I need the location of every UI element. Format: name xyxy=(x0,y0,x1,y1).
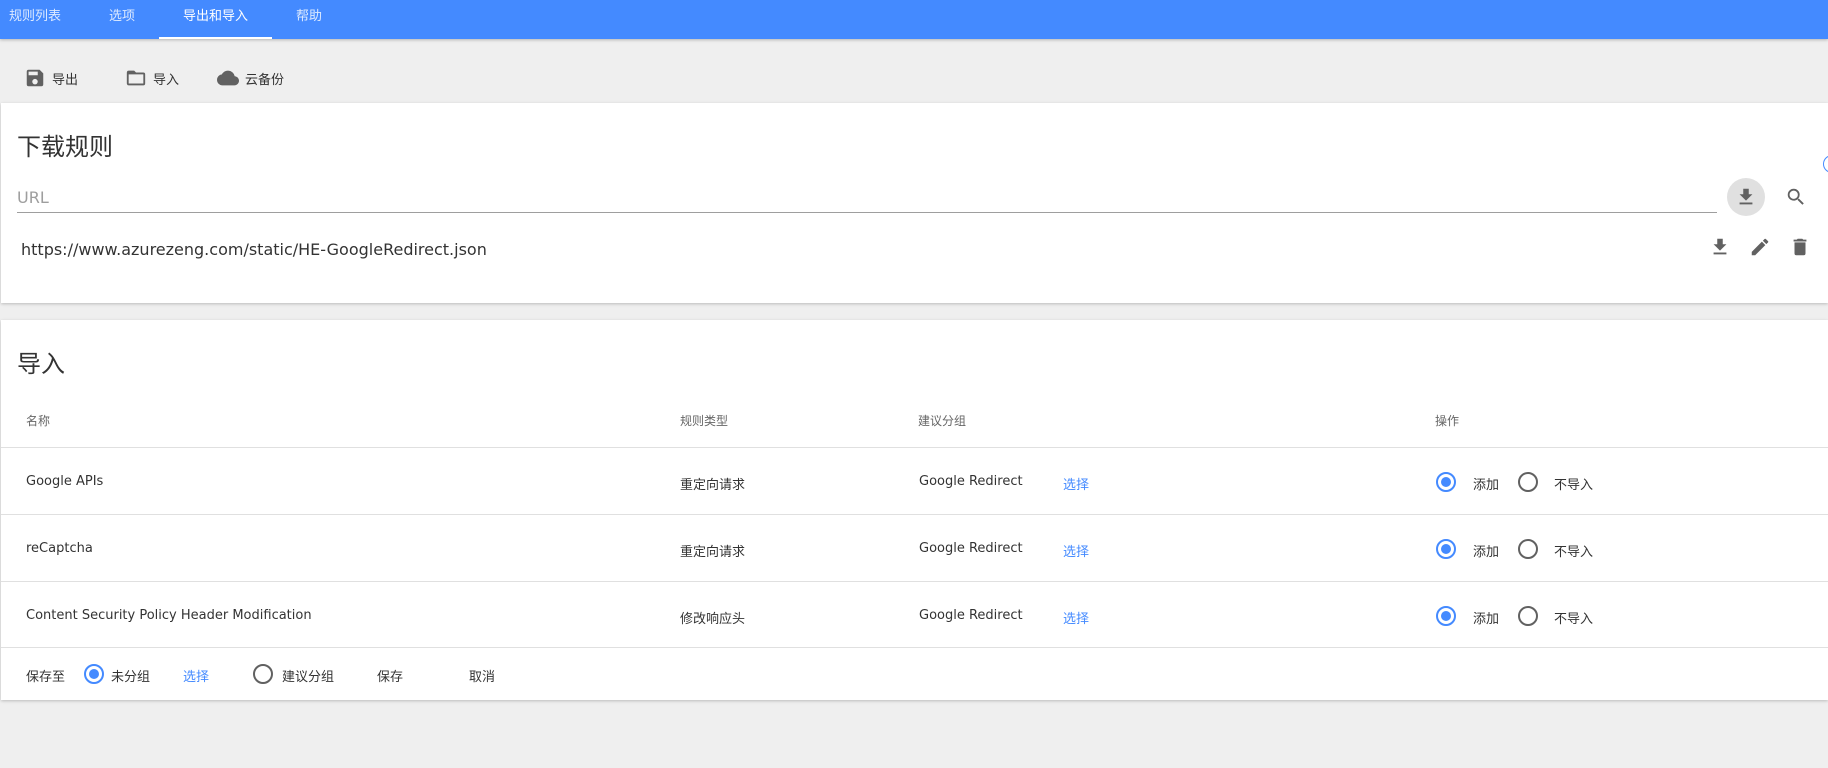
suggested-group: Google Redirect xyxy=(919,608,1023,623)
tab-rule-list[interactable]: 规则列表 xyxy=(0,0,70,39)
cloud-backup-button[interactable]: 云备份 xyxy=(217,66,284,90)
select-group-link[interactable]: 选择 xyxy=(183,666,209,685)
rule-type: 修改响应头 xyxy=(680,612,746,627)
edit-saved-rule-button[interactable] xyxy=(1748,235,1772,259)
select-group-link[interactable]: 选择 xyxy=(1063,608,1089,627)
download-icon xyxy=(1739,188,1753,205)
skip-radio[interactable] xyxy=(1518,606,1538,626)
import-title: 导入 xyxy=(17,350,65,378)
pencil-icon xyxy=(1751,238,1769,256)
download-rules-card: 下载规则 https://www.azurezeng.com/static/HE… xyxy=(1,103,1828,303)
import-label: 导入 xyxy=(153,72,180,88)
skip-label: 不导入 xyxy=(1554,545,1594,560)
save-to-label: 保存至 xyxy=(26,670,66,685)
rule-name: Google APIs xyxy=(26,474,104,489)
select-group-link[interactable]: 选择 xyxy=(1063,474,1089,493)
column-header-type: 规则类型 xyxy=(680,414,729,428)
rule-type: 重定向请求 xyxy=(680,478,746,493)
column-header-group: 建议分组 xyxy=(918,414,967,428)
search-icon xyxy=(1787,188,1804,205)
suggested-group-radio[interactable] xyxy=(253,664,273,684)
delete-saved-rule-button[interactable] xyxy=(1788,235,1812,259)
import-button[interactable]: 导入 xyxy=(125,66,179,90)
column-header-action: 操作 xyxy=(1435,414,1460,428)
saved-rule-url: https://www.azurezeng.com/static/HE-Goog… xyxy=(21,240,487,259)
select-group-link[interactable]: 选择 xyxy=(1063,541,1089,560)
skip-radio[interactable] xyxy=(1518,472,1538,492)
table-row: reCaptcha 重定向请求 Google Redirect 选择 添加 不导… xyxy=(1,514,1828,581)
add-radio[interactable] xyxy=(1436,606,1456,626)
rule-name: Content Security Policy Header Modificat… xyxy=(26,608,312,623)
table-row: Google APIs 重定向请求 Google Redirect 选择 添加 … xyxy=(1,447,1828,514)
save-icon xyxy=(26,69,44,87)
suggested-group-label: 建议分组 xyxy=(282,670,335,685)
footer-divider xyxy=(1,647,1828,648)
ungrouped-label: 未分组 xyxy=(111,670,151,685)
search-button[interactable] xyxy=(1784,185,1808,209)
download-saved-rule-button[interactable] xyxy=(1708,235,1732,259)
suggested-group: Google Redirect xyxy=(919,541,1023,556)
cancel-button[interactable]: 取消 xyxy=(469,666,495,685)
add-label: 添加 xyxy=(1473,545,1500,560)
rule-name: reCaptcha xyxy=(26,541,93,556)
skip-label: 不导入 xyxy=(1554,478,1594,493)
folder-icon xyxy=(126,70,146,86)
rule-type: 重定向请求 xyxy=(680,545,746,560)
cloud-backup-label: 云备份 xyxy=(245,72,285,88)
add-radio[interactable] xyxy=(1436,539,1456,559)
ungrouped-radio[interactable] xyxy=(84,664,104,684)
tab-options[interactable]: 选项 xyxy=(96,0,148,39)
cloud-icon xyxy=(217,70,239,86)
export-button[interactable]: 导出 xyxy=(24,66,78,90)
add-radio[interactable] xyxy=(1436,472,1456,492)
download-rules-title: 下载规则 xyxy=(17,133,113,161)
add-label: 添加 xyxy=(1473,478,1500,493)
download-url-button[interactable] xyxy=(1727,178,1765,216)
column-header-name: 名称 xyxy=(26,414,51,428)
url-input[interactable] xyxy=(17,182,1717,213)
add-label: 添加 xyxy=(1473,612,1500,627)
suggested-group: Google Redirect xyxy=(919,474,1023,489)
trash-icon xyxy=(1793,238,1807,256)
save-button[interactable]: 保存 xyxy=(377,666,403,685)
download-icon xyxy=(1713,238,1727,255)
skip-radio[interactable] xyxy=(1518,539,1538,559)
skip-label: 不导入 xyxy=(1554,612,1594,627)
tab-help[interactable]: 帮助 xyxy=(282,0,336,39)
table-row: Content Security Policy Header Modificat… xyxy=(1,581,1828,648)
tab-export-import[interactable]: 导出和导入 xyxy=(159,0,272,39)
top-nav-bar: 规则列表 选项 导出和导入 帮助 xyxy=(0,0,1828,39)
export-label: 导出 xyxy=(52,72,79,88)
